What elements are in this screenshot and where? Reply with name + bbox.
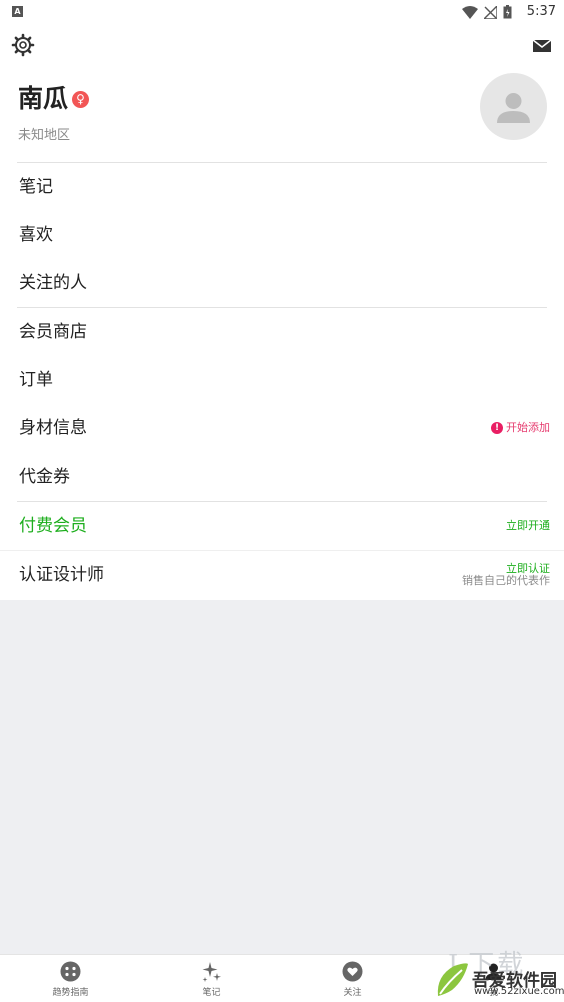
paid-member-action[interactable]: 立即开通 [506,502,550,550]
body-info-action[interactable]: ! 开始添加 [491,404,550,452]
menu-item-paid-member[interactable]: 付费会员 立即开通 [0,502,564,550]
status-time: 5:37 [526,4,556,19]
notification-a-icon: A [12,6,23,17]
alert-icon: ! [491,422,503,434]
watermark-url: www.52zixue.com [474,986,564,997]
menu-item-label: 笔记 [19,177,53,197]
menu-item-label: 关注的人 [19,273,87,293]
heart-icon [342,961,363,982]
profile-name: 南瓜 [18,84,69,113]
menu-item-body-info[interactable]: 身材信息 ! 开始添加 [0,404,564,452]
menu-item-label: 付费会员 [19,516,87,536]
certify-action[interactable]: 立即认证 销售自己的代表作 [462,563,550,587]
wifi-icon [462,5,478,19]
menu-item-notes[interactable]: 笔记 [0,163,564,211]
menu-item-label: 代金券 [19,467,70,487]
menu-item-orders[interactable]: 订单 [0,356,564,404]
battery-icon [503,5,512,19]
menu-item-vouchers[interactable]: 代金券 [0,453,564,501]
profile-panel: 南瓜 ♀ 未知地区 笔记 喜欢 关注的人 会员商店 订单 身材信息 ! 开始添加… [0,24,564,600]
watermark-leaf-logo-icon [437,963,468,996]
menu-item-likes[interactable]: 喜欢 [0,211,564,259]
body-info-action-label: 开始添加 [506,421,550,434]
gear-icon[interactable] [11,33,35,57]
sparkle-icon [202,962,221,982]
menu-item-label: 会员商店 [19,322,87,342]
mail-icon[interactable] [532,38,552,54]
status-icons [462,4,512,20]
menu-item-label: 喜欢 [19,225,53,245]
status-bar: A 5:37 [0,0,564,24]
default-avatar-icon [497,93,530,123]
menu-item-label: 身材信息 [19,418,87,438]
top-bar [0,24,564,68]
menu-item-label: 认证设计师 [19,565,104,585]
tab-label: 关注 [343,988,362,998]
avatar[interactable] [480,73,547,140]
tab-label: 笔记 [202,988,221,998]
certify-hint: 销售自己的代表作 [462,574,550,587]
menu-item-certify-designer[interactable]: 认证设计师 立即认证 销售自己的代表作 [0,551,564,599]
menu-item-member-store[interactable]: 会员商店 [0,308,564,356]
watermark: L下载 吾爱软件园 www.52zixue.com [432,944,564,1002]
tab-notes[interactable]: 笔记 [141,955,282,1002]
menu-item-label: 订单 [19,370,53,390]
no-signal-icon [484,5,497,19]
tab-follow[interactable]: 关注 [282,955,423,1002]
trend-guide-icon [60,961,81,982]
female-gender-icon: ♀ [72,91,89,108]
tab-trend-guide[interactable]: 趋势指南 [0,955,141,1002]
menu-item-following[interactable]: 关注的人 [0,259,564,307]
profile-region: 未知地区 [18,128,71,143]
tab-label: 趋势指南 [52,988,89,998]
